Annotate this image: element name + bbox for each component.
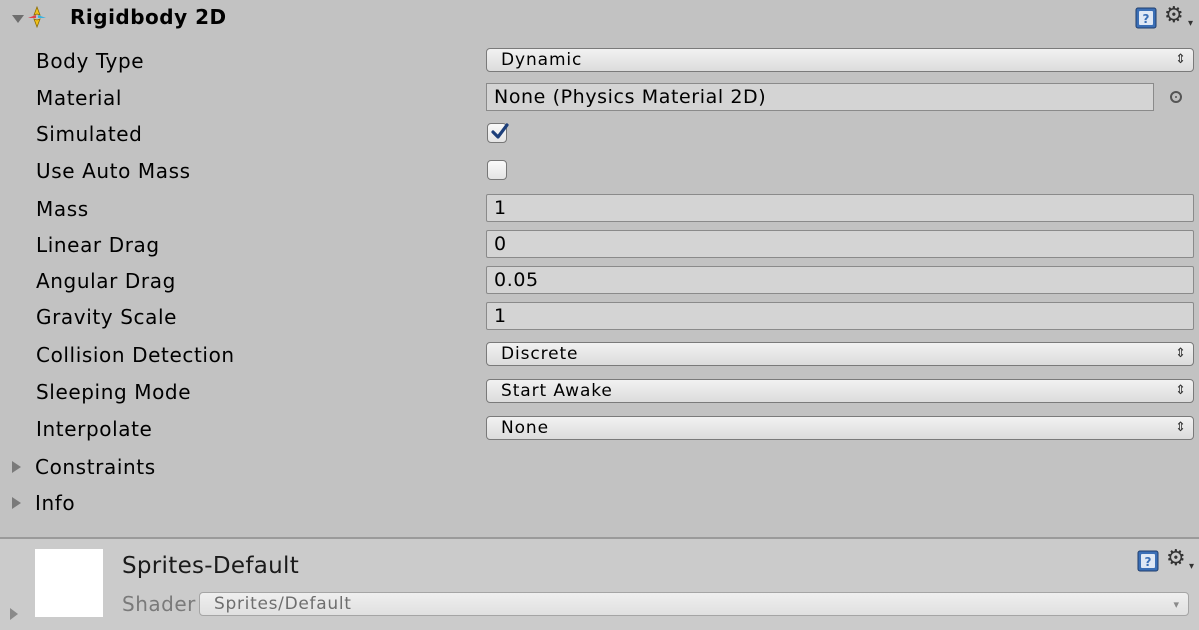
- linear-drag-value: 0: [494, 233, 507, 255]
- component-title: Rigidbody 2D: [70, 5, 227, 29]
- row-mass: Mass 1: [0, 191, 1199, 227]
- material-object-field[interactable]: None (Physics Material 2D): [486, 83, 1154, 111]
- use-auto-mass-checkbox[interactable]: [487, 160, 507, 180]
- material-label: Material: [36, 86, 123, 110]
- body-type-value: Dynamic: [501, 50, 583, 70]
- collision-detection-label: Collision Detection: [36, 343, 235, 367]
- object-picker-icon[interactable]: [1170, 91, 1182, 103]
- constraints-label[interactable]: Constraints: [35, 455, 156, 479]
- foldout-collapsed-icon[interactable]: [12, 497, 21, 509]
- svg-text:?: ?: [1143, 12, 1150, 26]
- gravity-scale-field[interactable]: 1: [486, 302, 1194, 330]
- chevron-down-icon: ▾: [1173, 598, 1179, 611]
- help-book-icon[interactable]: ?: [1135, 7, 1157, 29]
- dropdown-arrows-icon: ⇕: [1175, 383, 1186, 398]
- collision-detection-dropdown[interactable]: Discrete ⇕: [486, 342, 1194, 366]
- foldout-expanded-icon[interactable]: [12, 15, 24, 23]
- row-sleeping-mode: Sleeping Mode Start Awake ⇕: [0, 374, 1199, 410]
- shader-dropdown[interactable]: Sprites/Default ▾: [199, 592, 1189, 616]
- linear-drag-field[interactable]: 0: [486, 230, 1194, 258]
- foldout-constraints[interactable]: Constraints: [0, 449, 1199, 485]
- gravity-scale-label: Gravity Scale: [36, 305, 178, 329]
- shader-value: Sprites/Default: [214, 594, 352, 614]
- sleeping-mode-value: Start Awake: [501, 381, 613, 401]
- help-book-icon[interactable]: ?: [1137, 550, 1159, 572]
- row-interpolate: Interpolate None ⇕: [0, 411, 1199, 447]
- body-type-dropdown[interactable]: Dynamic ⇕: [486, 48, 1194, 72]
- sleeping-mode-label: Sleeping Mode: [36, 380, 192, 404]
- svg-text:?: ?: [1145, 555, 1152, 569]
- foldout-info[interactable]: Info: [0, 485, 1199, 521]
- body-type-label: Body Type: [36, 49, 145, 73]
- material-value: None (Physics Material 2D): [494, 86, 767, 108]
- row-angular-drag: Angular Drag 0.05: [0, 263, 1199, 299]
- rigidbody2d-icon: [28, 6, 46, 28]
- gear-icon[interactable]: ⚙: [1166, 548, 1186, 570]
- dropdown-arrows-icon: ⇕: [1175, 420, 1186, 435]
- checkmark-icon: [491, 123, 509, 139]
- foldout-collapsed-icon[interactable]: [12, 461, 21, 473]
- shader-label: Shader: [122, 592, 196, 616]
- simulated-label: Simulated: [36, 122, 143, 146]
- collision-detection-value: Discrete: [501, 344, 579, 364]
- chevron-down-icon: ▾: [1189, 561, 1195, 572]
- dropdown-arrows-icon: ⇕: [1175, 346, 1186, 361]
- mass-label: Mass: [36, 197, 89, 221]
- sleeping-mode-dropdown[interactable]: Start Awake ⇕: [486, 379, 1194, 403]
- chevron-down-icon: ▾: [1188, 18, 1194, 29]
- row-linear-drag: Linear Drag 0: [0, 227, 1199, 263]
- foldout-collapsed-icon[interactable]: [10, 608, 18, 620]
- material-preview-thumbnail: [35, 549, 103, 617]
- material-name: Sprites-Default: [122, 553, 300, 579]
- interpolate-dropdown[interactable]: None ⇕: [486, 416, 1194, 440]
- angular-drag-value: 0.05: [494, 269, 539, 291]
- row-use-auto-mass: Use Auto Mass: [0, 153, 1199, 189]
- material-panel: Sprites-Default ? ⚙ ▾ Shader Sprites/Def…: [0, 539, 1199, 630]
- component-header: Rigidbody 2D ? ⚙ ▾: [0, 0, 1199, 34]
- info-label[interactable]: Info: [35, 491, 75, 515]
- linear-drag-label: Linear Drag: [36, 233, 160, 257]
- dropdown-arrows-icon: ⇕: [1175, 52, 1186, 67]
- mass-value: 1: [494, 197, 507, 219]
- angular-drag-label: Angular Drag: [36, 269, 176, 293]
- gear-icon[interactable]: ⚙: [1164, 5, 1184, 27]
- angular-drag-field[interactable]: 0.05: [486, 266, 1194, 294]
- simulated-checkbox[interactable]: [487, 123, 509, 143]
- interpolate-label: Interpolate: [36, 417, 153, 441]
- row-gravity-scale: Gravity Scale 1: [0, 299, 1199, 335]
- interpolate-value: None: [501, 418, 549, 438]
- row-body-type: Body Type Dynamic ⇕: [0, 43, 1199, 79]
- gravity-scale-value: 1: [494, 305, 507, 327]
- use-auto-mass-label: Use Auto Mass: [36, 159, 191, 183]
- row-collision-detection: Collision Detection Discrete ⇕: [0, 337, 1199, 373]
- mass-field[interactable]: 1: [486, 194, 1194, 222]
- row-material: Material None (Physics Material 2D): [0, 80, 1199, 116]
- row-simulated: Simulated: [0, 116, 1199, 152]
